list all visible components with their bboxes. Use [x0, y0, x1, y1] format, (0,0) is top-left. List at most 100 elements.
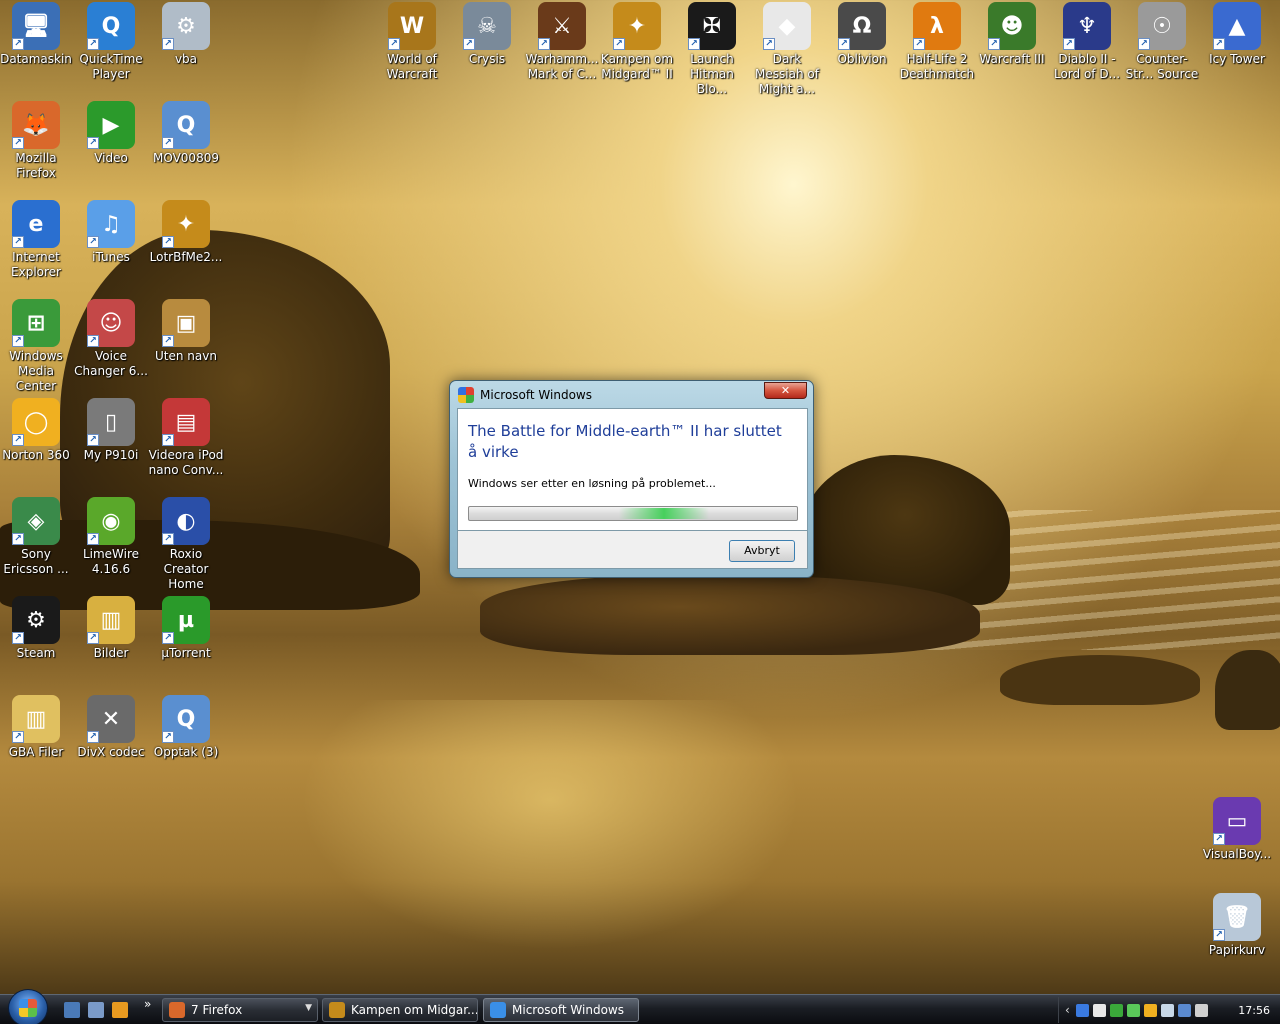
desktop-icon[interactable]: µ ↗ µTorrent	[148, 596, 224, 661]
desktop-icon[interactable]: ▣ ↗ Uten navn	[148, 299, 224, 364]
desktop-icon-label: Datamaskin	[0, 52, 72, 66]
shortcut-arrow-icon: ↗	[162, 236, 174, 248]
desktop-icon[interactable]: Q ↗ MOV00809	[148, 101, 224, 166]
desktop-icon[interactable]: ▲ ↗ Icy Tower	[1199, 2, 1275, 67]
desktop-icon[interactable]: ▶ ↗ Video	[73, 101, 149, 166]
shortcut-icon: ▤ ↗	[162, 398, 210, 446]
desktop-icon-label: GBA Filer	[8, 745, 64, 759]
shortcut-arrow-icon: ↗	[12, 236, 24, 248]
tray-expand-chevron[interactable]: ‹	[1065, 1003, 1070, 1017]
desktop-icon-label: Videora iPod nano Conv...	[148, 448, 224, 477]
shortcut-arrow-icon: ↗	[87, 137, 99, 149]
shortcut-arrow-icon: ↗	[162, 434, 174, 446]
shortcut-arrow-icon: ↗	[1138, 38, 1150, 50]
desktop-icon-label: Papirkurv	[1208, 943, 1266, 957]
shortcut-arrow-icon: ↗	[688, 38, 700, 50]
desktop-icon[interactable]: ▥ ↗ Bilder	[73, 596, 149, 661]
desktop-icon[interactable]: ☉ ↗ Counter-Str... Source	[1124, 2, 1200, 82]
task-label: Kampen om Midgar...	[351, 1003, 478, 1017]
shortcut-arrow-icon: ↗	[763, 38, 775, 50]
desktop-icon[interactable]: ◆ ↗ Dark Messiah of Might a...	[749, 2, 825, 97]
desktop-icon[interactable]: 🖥 ↗ Datamaskin	[0, 2, 74, 67]
windows-logo-icon	[458, 387, 474, 403]
desktop-icon-label: Internet Explorer	[11, 250, 61, 279]
shortcut-arrow-icon: ↗	[463, 38, 475, 50]
volume-icon[interactable]	[1194, 1003, 1208, 1017]
desktop-icon[interactable]: ▤ ↗ Videora iPod nano Conv...	[148, 398, 224, 478]
desktop-icon-label: World of Warcraft	[386, 52, 438, 81]
shortcut-icon: ✕ ↗	[87, 695, 135, 743]
shortcut-icon: Ω ↗	[838, 2, 886, 50]
desktop-icon[interactable]: ✕ ↗ DivX codec	[73, 695, 149, 760]
media-player-icon[interactable]	[112, 1002, 128, 1018]
shortcut-arrow-icon: ↗	[162, 335, 174, 347]
desktop-icon[interactable]: ☠ ↗ Crysis	[449, 2, 525, 67]
desktop-icon[interactable]: ⚙ ↗ vba	[148, 2, 224, 67]
task-label: 7 Firefox	[191, 1003, 243, 1017]
messenger-icon[interactable]	[1109, 1003, 1123, 1017]
desktop-icon-label: Uten navn	[155, 349, 217, 363]
desktop-icon[interactable]: λ ↗ Half-Life 2 Deathmatch	[899, 2, 975, 82]
dialog-message: Windows ser etter en løsning på probleme…	[468, 477, 716, 490]
device-icon[interactable]	[1160, 1003, 1174, 1017]
wallpaper-rock	[1000, 655, 1200, 705]
network-icon[interactable]	[1177, 1003, 1191, 1017]
bluetooth-icon[interactable]	[1075, 1003, 1089, 1017]
quicklaunch-more-chevron[interactable]: »	[144, 997, 151, 1011]
desktop-icon[interactable]: Q ↗ Opptak (3)	[148, 695, 224, 760]
desktop-icon[interactable]: ◯ ↗ Norton 360	[0, 398, 74, 463]
cancel-button[interactable]: Avbryt	[729, 540, 795, 562]
desktop-icon[interactable]: ⚔ ↗ Warhamm... Mark of C...	[524, 2, 600, 82]
desktop-icon[interactable]: ✠ ↗ Launch Hitman Blo...	[674, 2, 750, 97]
desktop-icon[interactable]: ✦ ↗ LotrBfMe2...	[148, 200, 224, 265]
desktop-icon[interactable]: ☺ ↗ Voice Changer 6...	[73, 299, 149, 379]
desktop-icon[interactable]: ◈ ↗ Sony Ericsson ...	[0, 497, 74, 577]
shortcut-icon: ◐ ↗	[162, 497, 210, 545]
shortcut-icon: ⚙ ↗	[162, 2, 210, 50]
wallpaper-rock	[480, 575, 980, 655]
shortcut-icon: 🦊 ↗	[12, 101, 60, 149]
desktop-icon[interactable]: ◐ ↗ Roxio Creator Home	[148, 497, 224, 592]
game-icon	[329, 1002, 345, 1018]
desktop-icon[interactable]: ▭ ↗ VisualBoy...	[1199, 797, 1275, 862]
taskbar-button-microsoft-windows[interactable]: Microsoft Windows	[483, 998, 639, 1022]
desktop-icon[interactable]: 🗑 ↗ Papirkurv	[1199, 893, 1275, 958]
shortcut-icon: W ↗	[388, 2, 436, 50]
desktop-icon[interactable]: ♫ ↗ iTunes	[73, 200, 149, 265]
desktop-icon[interactable]: Ω ↗ Oblivion	[824, 2, 900, 67]
desktop-icon[interactable]: ✦ ↗ Kampen om Midgard™ II	[599, 2, 675, 82]
shortcut-icon: 🗑 ↗	[1213, 893, 1261, 941]
close-button[interactable]: ✕	[764, 382, 807, 399]
desktop-icon[interactable]: ◉ ↗ LimeWire 4.16.6	[73, 497, 149, 577]
shortcut-icon: ✦ ↗	[162, 200, 210, 248]
v-app-icon[interactable]	[1092, 1003, 1106, 1017]
norton-icon[interactable]	[1143, 1003, 1157, 1017]
start-button[interactable]	[8, 989, 48, 1024]
dialog-titlebar[interactable]: Microsoft Windows	[458, 385, 592, 405]
taskbar-button-kampen-om-midgard[interactable]: Kampen om Midgar...	[322, 998, 478, 1022]
desktop-icon[interactable]: ☻ ↗ Warcraft III	[974, 2, 1050, 67]
shortcut-icon: ✠ ↗	[688, 2, 736, 50]
desktop-icon-label: MOV00809	[153, 151, 219, 165]
desktop-icon[interactable]: ⚙ ↗ Steam	[0, 596, 74, 661]
shortcut-icon: ⚔ ↗	[538, 2, 586, 50]
network-status-icon[interactable]	[1126, 1003, 1140, 1017]
desktop-icon[interactable]: e ↗ Internet Explorer	[0, 200, 74, 280]
desktop-icon[interactable]: W ↗ World of Warcraft	[374, 2, 450, 82]
switch-windows-icon[interactable]	[88, 1002, 104, 1018]
desktop-icon[interactable]: ⊞ ↗ Windows Media Center	[0, 299, 74, 394]
desktop-icon-label: Kampen om Midgard™ II	[600, 52, 674, 81]
desktop-icon[interactable]: ♆ ↗ Diablo II - Lord of D...	[1049, 2, 1125, 82]
clock[interactable]: 17:56	[1238, 1004, 1270, 1017]
show-desktop-icon[interactable]	[64, 1002, 80, 1018]
desktop-icon[interactable]: ▥ ↗ GBA Filer	[0, 695, 74, 760]
shortcut-arrow-icon: ↗	[1063, 38, 1075, 50]
desktop-icon[interactable]: Q ↗ QuickTime Player	[73, 2, 149, 82]
desktop-icon[interactable]: ▯ ↗ My P910i	[73, 398, 149, 463]
desktop-icon[interactable]: 🦊 ↗ Mozilla Firefox	[0, 101, 74, 181]
shortcut-arrow-icon: ↗	[1213, 929, 1225, 941]
taskbar-button-firefox-group[interactable]: 7 Firefox ▼	[162, 998, 318, 1022]
desktop-icon-label: DivX codec	[77, 745, 145, 759]
desktop-icon-label: Half-Life 2 Deathmatch	[899, 52, 975, 81]
desktop-icon-label: Mozilla Firefox	[15, 151, 57, 180]
